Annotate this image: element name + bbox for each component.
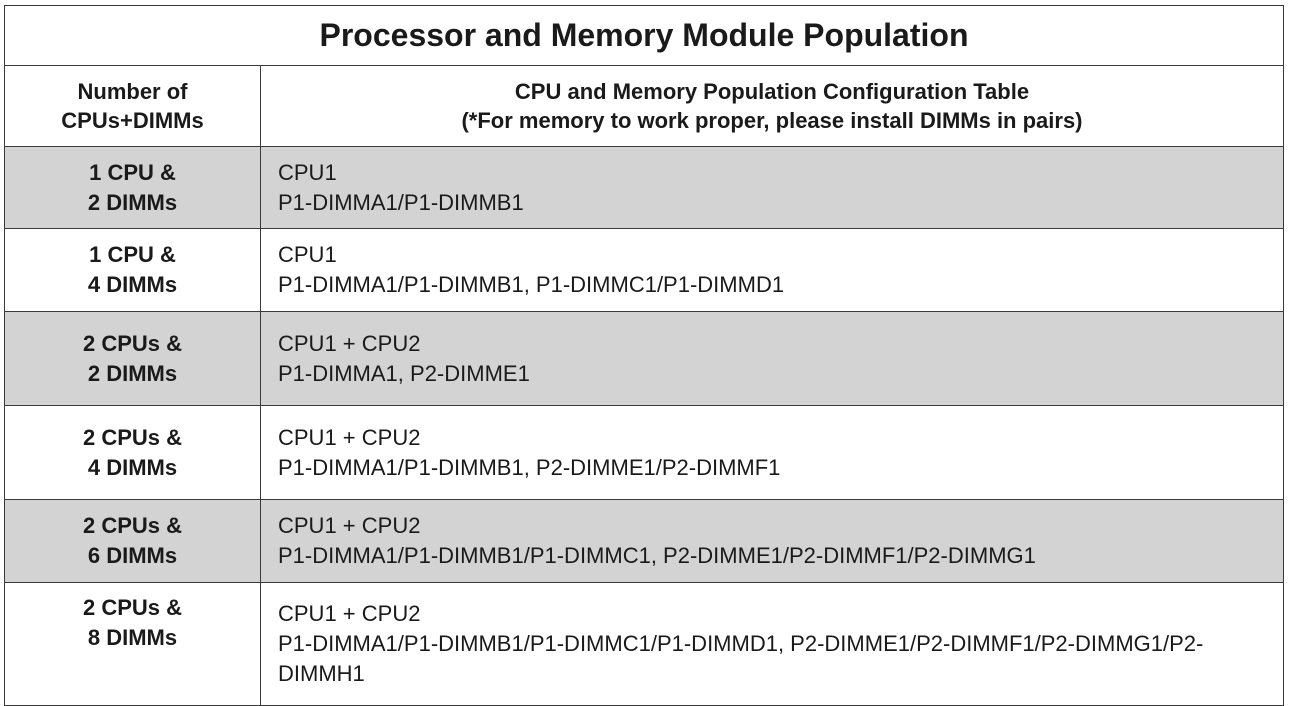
row-count-line1: 2 CPUs & bbox=[82, 330, 183, 356]
row-count-line2: 8 DIMMs bbox=[87, 625, 178, 650]
table-row: 2 CPUs & 4 DIMMs CPU1 + CPU2 P1-DIMMA1/P… bbox=[4, 405, 1284, 500]
row-count-cell: 2 CPUs & 4 DIMMs bbox=[4, 405, 261, 500]
header-config-note: (*For memory to work proper, please inst… bbox=[461, 108, 1083, 133]
row-dimms: P1-DIMMA1/P1-DIMMB1 bbox=[278, 189, 524, 215]
row-count-cell: 1 CPU & 2 DIMMs bbox=[4, 146, 261, 229]
row-config-cell: CPU1 + CPU2 P1-DIMMA1/P1-DIMMB1, P2-DIMM… bbox=[260, 405, 1284, 500]
table-row: 1 CPU & 4 DIMMs CPU1 P1-DIMMA1/P1-DIMMB1… bbox=[4, 228, 1284, 312]
row-count-line2: 4 DIMMs bbox=[87, 454, 178, 480]
row-count-cell: 1 CPU & 4 DIMMs bbox=[4, 228, 261, 312]
row-cpus: CPU1 + CPU2 bbox=[278, 513, 421, 538]
row-count-cell: 2 CPUs & 8 DIMMs bbox=[4, 582, 261, 706]
header-count-line2: CPUs+DIMMs bbox=[61, 108, 204, 133]
row-count-line2: 6 DIMMs bbox=[87, 543, 178, 568]
row-config-cell: CPU1 + CPU2 P1-DIMMA1/P1-DIMMB1/P1-DIMMC… bbox=[260, 582, 1284, 706]
row-dimms: P1-DIMMA1/P1-DIMMB1, P2-DIMME1/P2-DIMMF1 bbox=[278, 454, 781, 480]
row-config-cell: CPU1 P1-DIMMA1/P1-DIMMB1, P1-DIMMC1/P1-D… bbox=[260, 228, 1284, 312]
row-dimms: P1-DIMMA1/P1-DIMMB1/P1-DIMMC1, P2-DIMME1… bbox=[278, 543, 1036, 568]
row-count-line1: 1 CPU & bbox=[89, 159, 176, 185]
row-count-line2: 2 DIMMs bbox=[87, 360, 178, 386]
header-count-cell: Number of CPUs+DIMMs bbox=[4, 65, 261, 147]
row-dimms: P1-DIMMA1, P2-DIMME1 bbox=[278, 360, 530, 386]
row-count-cell: 2 CPUs & 2 DIMMs bbox=[4, 311, 261, 406]
title-row: Processor and Memory Module Population bbox=[4, 5, 1284, 66]
row-count-line2: 4 DIMMs bbox=[87, 272, 178, 297]
table-row: 2 CPUs & 6 DIMMs CPU1 + CPU2 P1-DIMMA1/P… bbox=[4, 499, 1284, 583]
row-count-line1: 1 CPU & bbox=[89, 242, 176, 267]
row-config-cell: CPU1 P1-DIMMA1/P1-DIMMB1 bbox=[260, 146, 1284, 229]
row-dimms: P1-DIMMA1/P1-DIMMB1, P1-DIMMC1/P1-DIMMD1 bbox=[278, 272, 785, 297]
table-title: Processor and Memory Module Population bbox=[4, 5, 1284, 66]
row-config-cell: CPU1 + CPU2 P1-DIMMA1/P1-DIMMB1/P1-DIMMC… bbox=[260, 499, 1284, 583]
row-cpus: CPU1 bbox=[278, 242, 337, 267]
row-cpus: CPU1 + CPU2 bbox=[278, 601, 421, 626]
row-count-line1: 2 CPUs & bbox=[82, 424, 183, 450]
row-cpus: CPU1 + CPU2 bbox=[278, 424, 421, 450]
row-dimms: P1-DIMMA1/P1-DIMMB1/P1-DIMMC1/P1-DIMMD1,… bbox=[278, 631, 1204, 686]
row-count-line1: 2 CPUs & bbox=[82, 595, 183, 620]
table-row: 2 CPUs & 2 DIMMs CPU1 + CPU2 P1-DIMMA1, … bbox=[4, 311, 1284, 406]
header-row: Number of CPUs+DIMMs CPU and Memory Popu… bbox=[4, 65, 1284, 147]
header-config-title: CPU and Memory Population Configuration … bbox=[514, 79, 1030, 104]
row-config-cell: CPU1 + CPU2 P1-DIMMA1, P2-DIMME1 bbox=[260, 311, 1284, 406]
population-table: Processor and Memory Module Population N… bbox=[4, 5, 1284, 706]
row-cpus: CPU1 + CPU2 bbox=[278, 330, 421, 356]
row-count-line1: 2 CPUs & bbox=[82, 513, 183, 538]
row-count-cell: 2 CPUs & 6 DIMMs bbox=[4, 499, 261, 583]
header-config-cell: CPU and Memory Population Configuration … bbox=[260, 65, 1284, 147]
row-cpus: CPU1 bbox=[278, 159, 337, 185]
table-row: 1 CPU & 2 DIMMs CPU1 P1-DIMMA1/P1-DIMMB1 bbox=[4, 146, 1284, 229]
header-count-line1: Number of bbox=[77, 79, 188, 104]
table-row: 2 CPUs & 8 DIMMs CPU1 + CPU2 P1-DIMMA1/P… bbox=[4, 582, 1284, 706]
row-count-line2: 2 DIMMs bbox=[87, 189, 178, 215]
